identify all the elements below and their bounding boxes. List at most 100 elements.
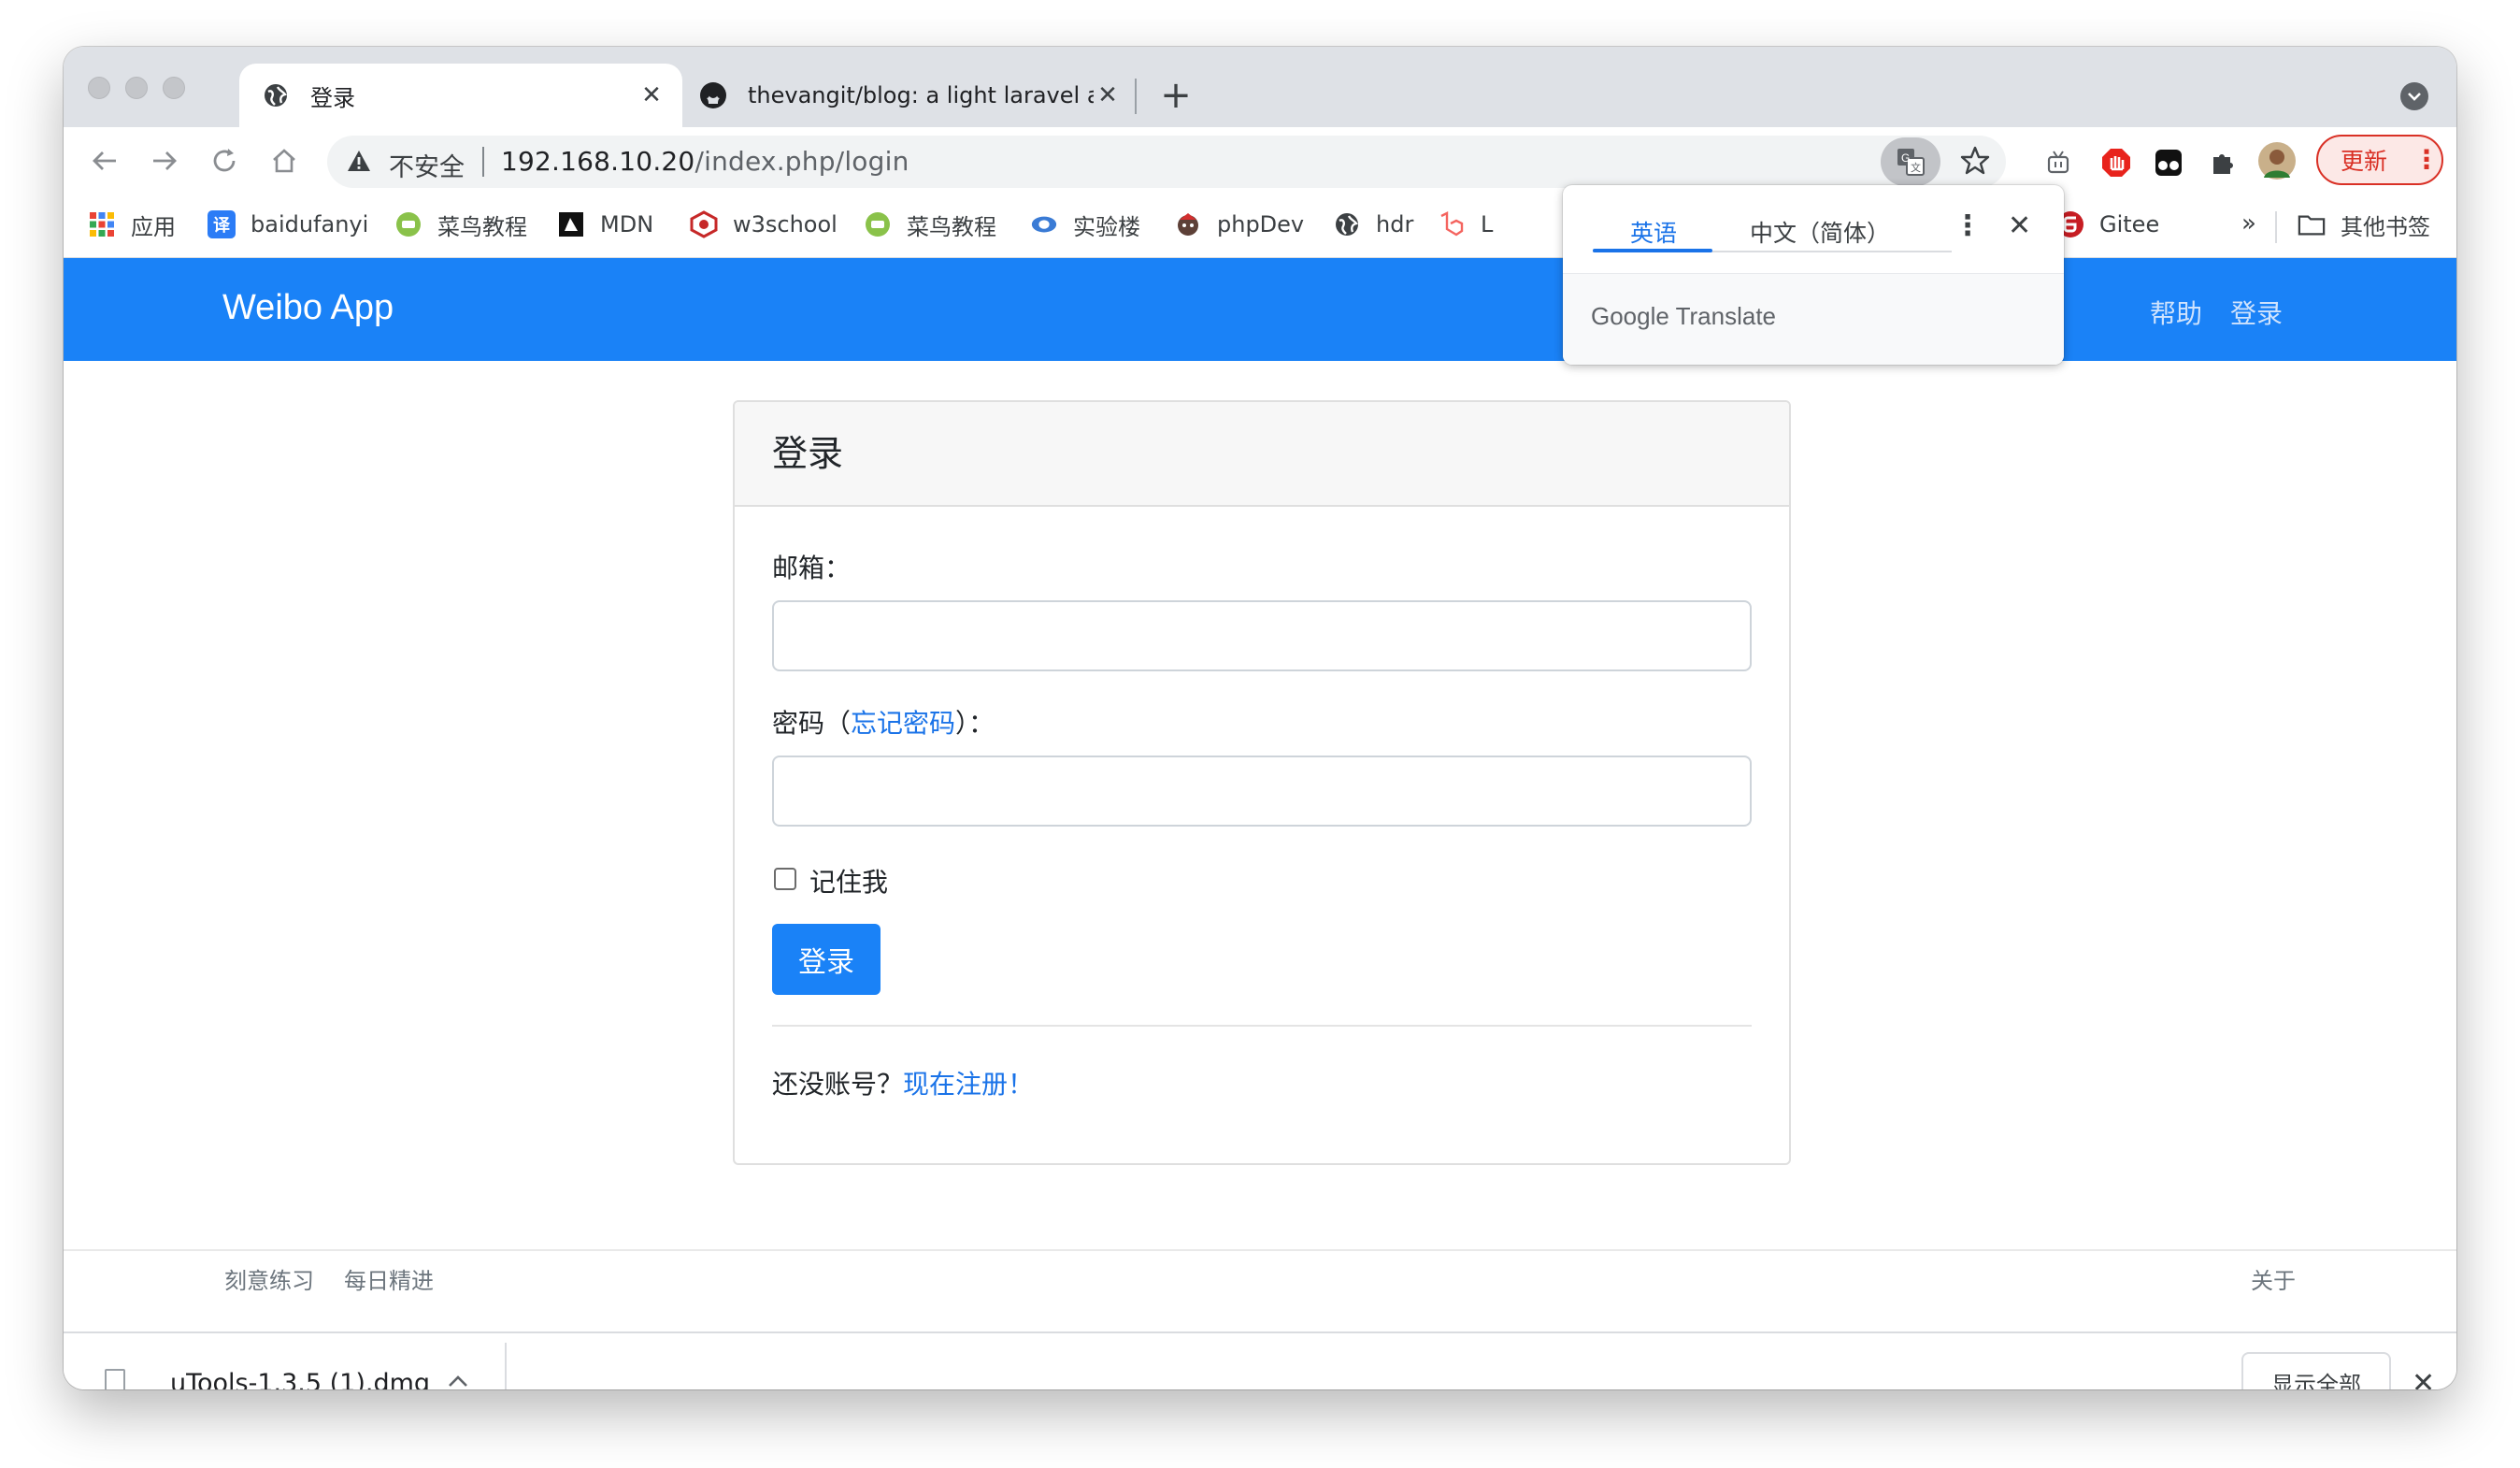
login-card: 登录 邮箱： 密码（忘记密码）： 记住我 登录 还没账号？现在注册！ <box>733 400 1791 1165</box>
footer-link[interactable]: 刻意练习 <box>224 1262 314 1295</box>
login-button[interactable]: 登录 <box>772 924 881 995</box>
email-field[interactable] <box>772 600 1752 671</box>
card-header: 登录 <box>735 402 1789 507</box>
more-vert-icon[interactable]: ⋮ <box>1954 209 1982 242</box>
runoob-icon <box>394 210 422 238</box>
tab-github[interactable]: thevangit/blog: a light laravel a ✕ <box>690 64 1138 127</box>
bookmark-phpdev[interactable]: phpDev <box>1174 206 1304 243</box>
globe-icon <box>1333 210 1361 238</box>
tab-login[interactable]: 登录 ✕ <box>239 64 682 127</box>
bookmark-star-icon[interactable] <box>1959 145 1991 180</box>
more-vert-icon: ⋮ <box>2413 144 2441 175</box>
card-title: 登录 <box>772 433 844 474</box>
app-navbar: Weibo App 帮助 登录 <box>64 258 2456 361</box>
bookmark-runoob[interactable]: 菜鸟教程 <box>394 206 527 243</box>
download-filename[interactable]: uTools-1.3.5 (1).dmg <box>170 1369 430 1389</box>
svg-text:G: G <box>1901 151 1910 165</box>
back-icon[interactable] <box>86 142 123 180</box>
phpdev-icon <box>1174 210 1202 238</box>
home-icon[interactable] <box>265 142 303 180</box>
url-path: /index.php/login <box>694 146 909 177</box>
translate-page-icon[interactable]: G文 <box>1881 137 1940 186</box>
apps-grid-icon <box>88 210 116 238</box>
update-button[interactable]: 更新 ⋮ <box>2316 135 2443 185</box>
footer-link[interactable]: 每日精进 <box>344 1262 434 1295</box>
brand-link[interactable]: Weibo App <box>222 288 394 328</box>
toolbar: 不安全 192.168.10.20/index.php/login G文 更新 <box>64 127 2456 196</box>
bookmark-mdn[interactable]: MDN <box>557 206 653 243</box>
nav-login-link[interactable]: 登录 <box>2230 294 2283 331</box>
tab-source-language[interactable]: 英语 <box>1630 215 1677 249</box>
github-icon <box>699 81 727 109</box>
bookmark-hdr[interactable]: hdr <box>1333 206 1413 243</box>
forgot-password-link[interactable]: 忘记密码 <box>851 708 955 739</box>
bubble-tab-underline <box>1593 249 1712 252</box>
tab-close-icon[interactable]: ✕ <box>637 81 666 109</box>
close-icon[interactable]: ✕ <box>2412 1367 2435 1389</box>
reload-icon[interactable] <box>206 142 243 180</box>
address-bar[interactable]: 不安全 192.168.10.20/index.php/login G文 <box>327 136 2006 188</box>
bookmark-label: 菜鸟教程 <box>437 213 527 240</box>
footer-divider <box>64 1249 2456 1251</box>
chevron-up-icon[interactable] <box>447 1367 469 1389</box>
remember-checkbox[interactable] <box>774 868 796 890</box>
extension-tv-icon[interactable] <box>2040 144 2077 181</box>
address-divider <box>482 147 484 177</box>
bookmark-baidufanyi[interactable]: 译 baidufanyi <box>208 206 368 243</box>
bookmark-runoob-2[interactable]: 菜鸟教程 <box>864 206 996 243</box>
bookmark-label: 菜鸟教程 <box>907 213 996 240</box>
window-minimize-light[interactable] <box>125 77 148 99</box>
bookmark-label: 实验楼 <box>1073 213 1140 240</box>
tab-close-icon[interactable]: ✕ <box>1094 81 1122 109</box>
tab-search-icon[interactable] <box>2400 82 2428 110</box>
security-label[interactable]: 不安全 <box>389 147 465 183</box>
bookmark-shiyanlou[interactable]: 实验楼 <box>1030 206 1140 243</box>
divider <box>772 1025 1752 1027</box>
tab-title: 登录 <box>310 84 355 111</box>
download-bar: uTools-1.3.5 (1).dmg 显示全部 ✕ <box>64 1331 2456 1389</box>
signup-prompt: 还没账号？现在注册！ <box>772 1064 1034 1101</box>
page-content: Weibo App 帮助 登录 登录 邮箱： 密码（忘记密码）： 记住我 登录 … <box>64 258 2456 1389</box>
tab-strip: 登录 ✕ thevangit/blog: a light laravel a ✕… <box>64 47 2456 127</box>
google-translate-logo: Google Translate <box>1591 302 1777 330</box>
url-text[interactable]: 192.168.10.20/index.php/login <box>501 146 909 177</box>
close-icon[interactable]: ✕ <box>2008 209 2031 242</box>
bookmark-label: 应用 <box>131 213 176 240</box>
shiyanlou-icon <box>1030 210 1058 238</box>
remember-label[interactable]: 记住我 <box>809 862 888 900</box>
avatar[interactable] <box>2256 140 2298 181</box>
window-zoom-light[interactable] <box>163 77 185 99</box>
bookmarks-divider <box>2275 211 2277 243</box>
password-field[interactable] <box>772 756 1752 827</box>
bookmark-label: MDN <box>600 211 654 237</box>
bookmark-label: w3school <box>733 211 838 237</box>
forward-icon[interactable] <box>146 142 183 180</box>
laravel-icon <box>1438 210 1466 238</box>
url-host: 192.168.10.20 <box>501 146 695 177</box>
footer-about-link[interactable]: 关于 <box>2251 1262 2296 1295</box>
bookmark-gitee[interactable]: Gitee <box>2056 206 2159 243</box>
file-icon <box>105 1369 125 1389</box>
warning-icon[interactable] <box>346 149 372 177</box>
bookmark-laravel[interactable]: L <box>1438 206 1493 243</box>
tampermonkey-icon[interactable] <box>2150 144 2187 181</box>
extensions-puzzle-icon[interactable] <box>2204 144 2241 181</box>
window-close-light[interactable] <box>88 77 110 99</box>
adblock-icon[interactable] <box>2098 144 2135 181</box>
translate-bubble: 英语 中文（简体） ⋮ ✕ Google Translate <box>1563 185 2064 365</box>
bookmark-apps[interactable]: 应用 <box>88 206 176 243</box>
new-tab-button[interactable]: + <box>1155 74 1196 117</box>
bookmarks-overflow-icon[interactable]: » <box>2241 209 2256 237</box>
signup-prompt-text: 还没账号？ <box>772 1069 904 1100</box>
svg-text:文: 文 <box>1911 161 1921 174</box>
show-all-button[interactable]: 显示全部 <box>2241 1352 2391 1389</box>
download-divider <box>505 1343 507 1389</box>
signup-link[interactable]: 现在注册！ <box>903 1069 1034 1100</box>
bookmark-label: 其他书签 <box>2341 213 2430 240</box>
folder-icon <box>2298 210 2326 238</box>
w3school-icon <box>690 210 718 238</box>
tab-target-language[interactable]: 中文（简体） <box>1750 215 1890 249</box>
nav-help-link[interactable]: 帮助 <box>2150 294 2202 331</box>
bookmark-w3school[interactable]: w3school <box>690 206 838 243</box>
other-bookmarks[interactable]: 其他书签 <box>2298 206 2430 243</box>
